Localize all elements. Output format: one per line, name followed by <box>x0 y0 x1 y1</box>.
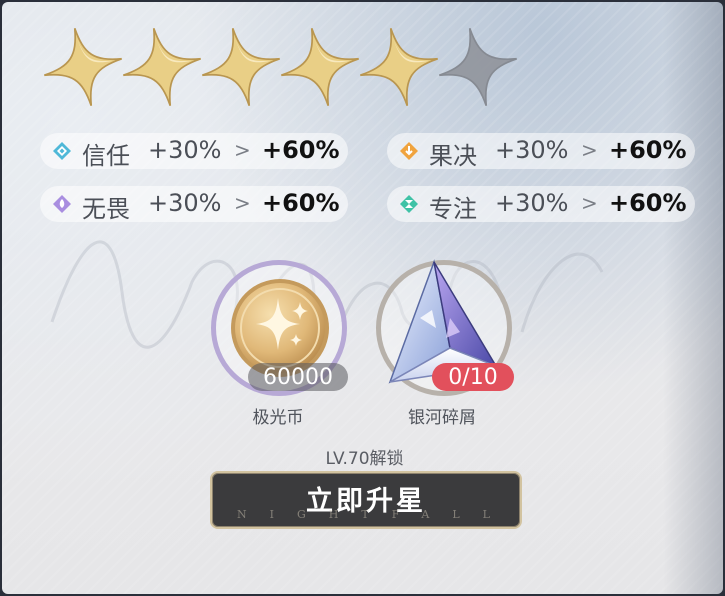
stat-row-focus: 专注 +30% > +60% <box>387 186 695 223</box>
stat-old-value: +30% <box>495 189 569 217</box>
stat-name: 信任 <box>82 142 130 170</box>
stat-old-value: +30% <box>148 136 222 164</box>
stat-row-trust: 信任 +30% > +60% <box>40 133 348 170</box>
arrow-icon: > <box>234 138 251 162</box>
star-upgrade-panel: 信任 +30% > +60% 果决 +30% > +60% 无畏 +30% > … <box>2 2 723 594</box>
stat-old-value: +30% <box>148 189 222 217</box>
stat-name: 果决 <box>429 142 477 170</box>
stat-row-decisive: 果决 +30% > +60% <box>387 133 695 170</box>
arrow-icon: > <box>234 191 251 215</box>
filled-star-icon <box>123 28 201 106</box>
stat-row-fearless: 无畏 +30% > +60% <box>40 186 348 223</box>
button-decoration-text: NIGHTFALL <box>237 508 513 521</box>
filled-star-icon <box>281 28 359 106</box>
stat-new-value: +60% <box>262 136 340 164</box>
stat-new-value: +60% <box>609 189 687 217</box>
stat-new-value: +60% <box>262 189 340 217</box>
arrow-icon: > <box>581 138 598 162</box>
decisive-diamond-icon <box>400 142 418 160</box>
trust-diamond-icon <box>53 142 71 160</box>
stat-name: 专注 <box>429 195 477 223</box>
shard-count: 0/10 <box>432 363 514 391</box>
empty-star-icon <box>439 28 517 106</box>
filled-star-icon <box>44 28 122 106</box>
stat-name: 无畏 <box>82 195 130 223</box>
edge-shading <box>663 2 723 594</box>
upgrade-star-button[interactable]: 立即升星 NIGHTFALL <box>210 471 522 529</box>
stat-old-value: +30% <box>495 136 569 164</box>
arrow-icon: > <box>581 191 598 215</box>
coin-count: 60000 <box>248 363 348 391</box>
shard-label: 银河碎屑 <box>408 408 476 428</box>
focus-diamond-icon <box>400 195 418 213</box>
fearless-diamond-icon <box>53 195 71 213</box>
stat-new-value: +60% <box>609 136 687 164</box>
coin-label: 极光币 <box>252 408 304 428</box>
filled-star-icon <box>202 28 280 106</box>
filled-star-icon <box>360 28 438 106</box>
unlock-requirement: LV.70解锁 <box>325 449 404 469</box>
